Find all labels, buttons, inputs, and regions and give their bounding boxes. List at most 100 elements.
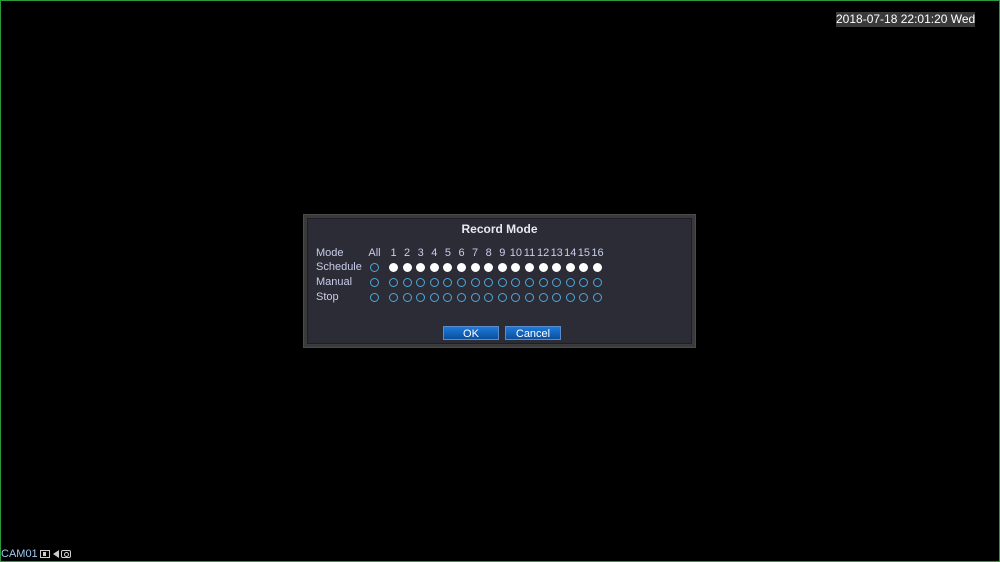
schedule-label: Schedule — [316, 261, 362, 273]
schedule-radio-channel-13[interactable] — [552, 263, 562, 272]
schedule-radio-channel-3[interactable] — [416, 263, 426, 272]
schedule-channel-cell-13 — [550, 260, 563, 275]
schedule-radio-channel-7[interactable] — [470, 263, 480, 272]
schedule-channel-cell-12 — [537, 260, 550, 275]
manual-channel-cell-2 — [401, 275, 414, 290]
manual-radio-channel-1[interactable] — [389, 278, 398, 287]
channel-header-8: 8 — [485, 247, 492, 259]
stop-radio-channel-14[interactable] — [565, 293, 575, 302]
channel-header-13: 13 — [550, 247, 563, 259]
schedule-radio-channel-2[interactable] — [402, 263, 412, 272]
manual-radio-channel-5[interactable] — [443, 278, 453, 287]
schedule-radio-channel-8[interactable] — [484, 263, 494, 272]
stop-channel-cell-11 — [523, 290, 536, 305]
stop-radio-channel-4[interactable] — [429, 293, 439, 302]
stop-radio-channel-13[interactable] — [552, 293, 562, 302]
manual-channel-cell-6 — [455, 275, 468, 290]
stop-radio-channel-12[interactable] — [538, 293, 548, 302]
schedule-radio-channel-5[interactable] — [443, 263, 453, 272]
stop-radio-channel-2[interactable] — [402, 293, 412, 302]
schedule-channel-cell-3 — [414, 260, 427, 275]
camera-icon — [60, 550, 71, 558]
manual-radio-channel-10[interactable] — [511, 278, 521, 287]
stop-radio-channel-15[interactable] — [579, 293, 589, 302]
stop-channel-cell-2 — [401, 290, 414, 305]
stop-radio-channel-5[interactable] — [443, 293, 453, 302]
stop-radio-channel-7[interactable] — [470, 293, 480, 302]
stop-channel-cell-4 — [428, 290, 441, 305]
channel-header-1: 1 — [390, 247, 397, 259]
stop-channel-cell-3 — [414, 290, 427, 305]
stop-radio-channel-9[interactable] — [497, 293, 507, 302]
schedule-all-cell — [368, 260, 381, 275]
manual-all-cell — [368, 275, 381, 290]
all-column-header: All — [368, 247, 381, 259]
schedule-radio-channel-1[interactable] — [389, 263, 398, 272]
schedule-channel-cell-8 — [482, 260, 495, 275]
camera-name: CAM01 — [1, 548, 38, 560]
manual-radio-channel-2[interactable] — [402, 278, 412, 287]
schedule-channel-cell-9 — [496, 260, 509, 275]
channel-header-15: 15 — [577, 247, 591, 259]
schedule-radio-channel-9[interactable] — [497, 263, 507, 272]
stop-channel-cell-14 — [564, 290, 577, 305]
manual-channel-cell-12 — [537, 275, 550, 290]
stop-channel-cell-13 — [550, 290, 563, 305]
schedule-radio-channel-11[interactable] — [525, 263, 534, 272]
dialog-body: Record Mode Mode All 1 2 3 4 5 6 7 8 9 10 11 12 13 14 1… — [307, 218, 692, 344]
manual-radio-channel-11[interactable] — [525, 278, 534, 287]
channel-header-14: 14 — [564, 247, 577, 259]
stop-channel-cell-7 — [469, 290, 482, 305]
manual-channel-cell-11 — [523, 275, 536, 290]
manual-radio-channel-8[interactable] — [484, 278, 494, 287]
channel-header-12: 12 — [536, 247, 550, 259]
manual-row: Manual — [308, 275, 691, 290]
manual-radio-channel-16[interactable] — [593, 278, 602, 287]
record-mode-dialog: Record Mode Mode All 1 2 3 4 5 6 7 8 9 10 11 12 13 14 1… — [303, 214, 696, 348]
stop-channel-cell-1 — [387, 290, 400, 305]
stop-all-cell — [368, 290, 381, 305]
manual-radio-channel-14[interactable] — [565, 278, 575, 287]
manual-radio-channel-13[interactable] — [552, 278, 562, 287]
stop-radio-channel-10[interactable] — [511, 293, 521, 302]
schedule-radio-channel-12[interactable] — [538, 263, 548, 272]
schedule-channel-cell-6 — [455, 260, 468, 275]
stop-radio-channel-3[interactable] — [416, 293, 426, 302]
stop-radio-channel-11[interactable] — [525, 293, 534, 302]
schedule-all-radio[interactable] — [370, 263, 379, 272]
manual-radio-channel-9[interactable] — [497, 278, 507, 287]
stop-channel-cell-12 — [537, 290, 550, 305]
schedule-channel-cell-15 — [577, 260, 590, 275]
stop-radio-channel-1[interactable] — [389, 293, 398, 302]
manual-radio-channel-7[interactable] — [470, 278, 480, 287]
channel-header-7: 7 — [472, 247, 479, 259]
schedule-radio-channel-6[interactable] — [457, 263, 466, 272]
manual-radio-channel-4[interactable] — [429, 278, 439, 287]
stop-channel-cell-5 — [441, 290, 454, 305]
stop-radio-channel-8[interactable] — [484, 293, 494, 302]
schedule-radio-channel-4[interactable] — [429, 263, 439, 272]
stop-radio-channel-6[interactable] — [457, 293, 466, 302]
schedule-radio-channel-10[interactable] — [511, 263, 521, 272]
schedule-channel-cell-11 — [523, 260, 536, 275]
mode-label: Mode — [316, 247, 344, 259]
stop-all-radio[interactable] — [370, 293, 379, 302]
channel-header-4: 4 — [431, 247, 438, 259]
manual-channel-cell-5 — [441, 275, 454, 290]
schedule-channel-cell-14 — [564, 260, 577, 275]
ok-button[interactable]: OK — [443, 326, 499, 340]
channel-header-9: 9 — [499, 247, 506, 259]
cancel-button[interactable]: Cancel — [505, 326, 561, 340]
manual-radio-channel-3[interactable] — [416, 278, 426, 287]
schedule-channel-cell-4 — [428, 260, 441, 275]
schedule-radio-channel-15[interactable] — [579, 263, 589, 272]
manual-radio-channel-6[interactable] — [457, 278, 466, 287]
channel-header-6: 6 — [458, 247, 465, 259]
schedule-radio-channel-16[interactable] — [593, 263, 602, 272]
schedule-radio-channel-14[interactable] — [565, 263, 575, 272]
channel-header-3: 3 — [417, 247, 424, 259]
manual-all-radio[interactable] — [370, 278, 379, 287]
manual-radio-channel-15[interactable] — [579, 278, 589, 287]
manual-radio-channel-12[interactable] — [538, 278, 548, 287]
stop-radio-channel-16[interactable] — [593, 293, 602, 302]
